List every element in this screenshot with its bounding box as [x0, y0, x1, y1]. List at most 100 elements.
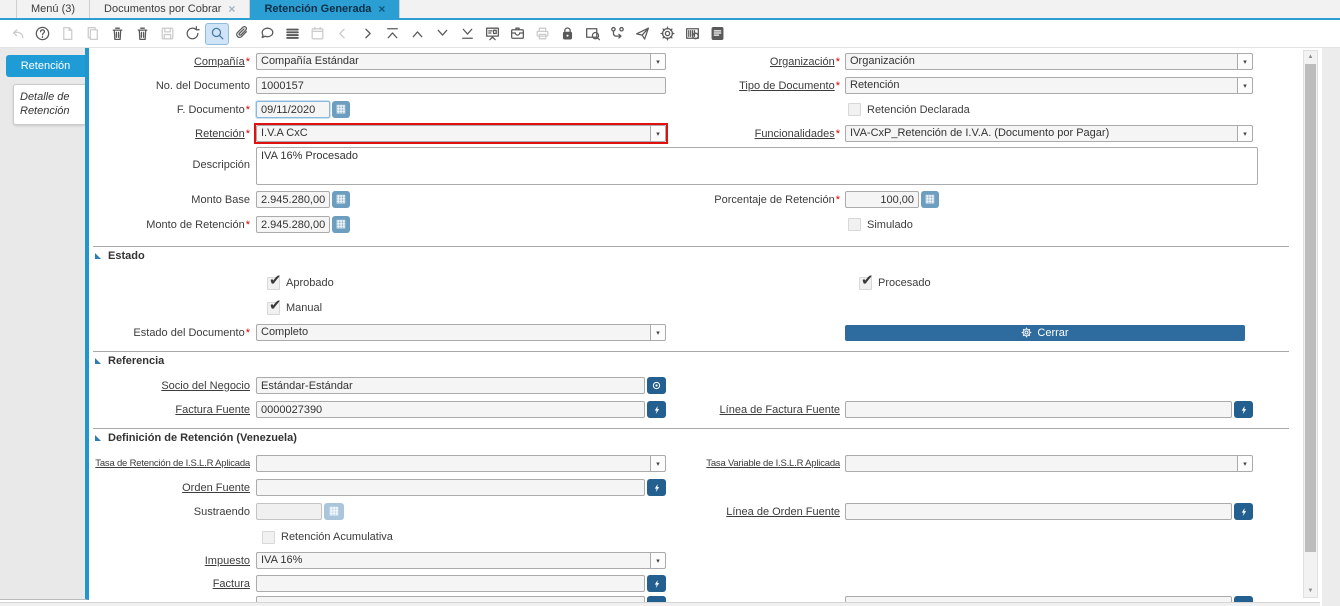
lock-icon[interactable] [555, 23, 579, 45]
funcionalidades-combobox[interactable]: IVA-CxP_Retención de I.V.A. (Documento p… [845, 125, 1253, 142]
tab-retencion-generada[interactable]: Retención Generada × [250, 0, 400, 18]
sidebar-tab-detalle-de-retencion[interactable]: Detalle de Retención [13, 84, 85, 125]
descripcion-textarea[interactable]: IVA 16% Procesado [256, 147, 1258, 185]
next-record-icon[interactable] [355, 23, 379, 45]
chevron-down-icon[interactable]: ▾ [1237, 77, 1253, 94]
horizontal-scrollbar[interactable] [0, 602, 1320, 606]
tipo-documento-combobox[interactable]: Retención ▾ [845, 77, 1253, 94]
f-documento-input[interactable] [256, 101, 330, 118]
procesado-checkbox[interactable]: ✔ [859, 277, 872, 290]
retencion-label[interactable]: Retención* [93, 128, 250, 140]
calendar-picker-button[interactable]: ▦ [332, 101, 350, 118]
factura-fuente-zoom-button[interactable] [647, 401, 666, 418]
section-referencia[interactable]: Referencia [93, 355, 1289, 367]
orden-fuente-input[interactable] [256, 479, 645, 496]
retencion-combobox[interactable]: I.V.A CxC ▾ [256, 125, 666, 142]
impuesto-combobox[interactable]: IVA 16% ▾ [256, 552, 666, 569]
tab-menu[interactable]: Menú (3) [16, 0, 90, 18]
delete-selection-icon[interactable] [130, 23, 154, 45]
attachment-icon[interactable] [230, 23, 254, 45]
chevron-down-icon[interactable]: ▾ [650, 455, 666, 472]
collapse-icon[interactable] [95, 358, 101, 364]
find-icon[interactable] [205, 23, 229, 45]
organizacion-combobox[interactable]: Organización ▾ [845, 53, 1253, 70]
chevron-down-icon[interactable]: ▾ [650, 53, 666, 70]
factura-fuente-label[interactable]: Factura Fuente [93, 404, 250, 416]
scrollbar-thumb[interactable] [1305, 64, 1316, 552]
form-view-icon[interactable] [480, 23, 504, 45]
report-icon[interactable] [705, 23, 729, 45]
monto-retencion-input[interactable] [256, 216, 330, 233]
tasa-islr-combobox[interactable]: ▾ [256, 455, 666, 472]
first-record-icon[interactable] [380, 23, 404, 45]
porcentaje-retencion-input[interactable] [845, 191, 919, 208]
detail-record-icon[interactable] [430, 23, 454, 45]
manual-checkbox[interactable]: ✔ [267, 302, 280, 315]
compania-label[interactable]: Compañía* [93, 56, 250, 68]
retencion-declarada-checkbox[interactable]: ✔ [848, 103, 861, 116]
funcionalidades-label[interactable]: Funcionalidades* [666, 128, 840, 140]
linea-orden-fuente-zoom-button[interactable] [1234, 503, 1253, 520]
compania-combobox[interactable]: Compañía Estándar ▾ [256, 53, 666, 70]
linea-factura-fuente-label[interactable]: Línea de Factura Fuente [666, 404, 840, 416]
scroll-down-icon[interactable]: ▼ [1304, 585, 1317, 597]
tipo-documento-label[interactable]: Tipo de Documento* [666, 80, 840, 92]
collapse-icon[interactable] [95, 253, 101, 259]
preferences-icon[interactable] [655, 23, 679, 45]
linea-factura-fuente-input[interactable] [845, 401, 1232, 418]
grid-toggle-icon[interactable] [280, 23, 304, 45]
tab-documentos-por-cobrar[interactable]: Documentos por Cobrar × [90, 0, 250, 18]
chevron-down-icon[interactable]: ▾ [650, 552, 666, 569]
sidebar-tab-retencion[interactable]: Retención [6, 55, 85, 77]
orden-fuente-zoom-button[interactable] [647, 479, 666, 496]
last-record-icon[interactable] [455, 23, 479, 45]
zoom-across-icon[interactable] [580, 23, 604, 45]
retencion-acumulativa-checkbox[interactable]: ✔ [262, 531, 275, 544]
monto-retencion-calculator-button[interactable]: ▦ [332, 216, 350, 233]
linea-orden-fuente-input[interactable] [845, 503, 1232, 520]
tasa-islr-label[interactable]: Tasa de Retención de I.S.L.R Aplicada [93, 458, 250, 469]
chevron-down-icon[interactable]: ▾ [1237, 125, 1253, 142]
chevron-down-icon[interactable]: ▾ [1237, 53, 1253, 70]
organizacion-label[interactable]: Organización* [666, 56, 840, 68]
sustraendo-input[interactable] [256, 503, 322, 520]
chevron-down-icon[interactable]: ▾ [1237, 455, 1253, 472]
factura-input[interactable] [256, 575, 645, 592]
request-icon[interactable] [630, 23, 654, 45]
linea-factura-fuente-zoom-button[interactable] [1234, 401, 1253, 418]
parent-record-icon[interactable] [405, 23, 429, 45]
linea-orden-fuente-label[interactable]: Línea de Orden Fuente [666, 506, 840, 518]
porcentaje-calculator-button[interactable]: ▦ [921, 191, 939, 208]
estado-documento-combobox[interactable]: Completo ▾ [256, 324, 666, 341]
factura-fuente-input[interactable] [256, 401, 645, 418]
impuesto-label[interactable]: Impuesto [93, 555, 250, 567]
aprobado-checkbox[interactable]: ✔ [267, 277, 280, 290]
collapse-icon[interactable] [95, 435, 101, 441]
socio-negocio-input[interactable] [256, 377, 645, 394]
section-estado[interactable]: Estado [93, 250, 1289, 262]
factura-label[interactable]: Factura [93, 578, 250, 590]
no-documento-input[interactable] [256, 77, 666, 94]
help-icon[interactable] [30, 23, 54, 45]
socio-negocio-info-button[interactable] [647, 377, 666, 394]
delete-record-icon[interactable] [105, 23, 129, 45]
orden-fuente-label[interactable]: Orden Fuente [93, 482, 250, 494]
workflow-icon[interactable] [605, 23, 629, 45]
chevron-down-icon[interactable]: ▾ [650, 125, 666, 142]
refresh-icon[interactable] [180, 23, 204, 45]
chat-icon[interactable] [255, 23, 279, 45]
vertical-scrollbar[interactable]: ▲ ▼ [1303, 50, 1318, 598]
socio-negocio-label[interactable]: Socio del Negocio [93, 380, 250, 392]
tasa-variable-islr-combobox[interactable]: ▾ [845, 455, 1253, 472]
product-info-icon[interactable] [680, 23, 704, 45]
chevron-down-icon[interactable]: ▾ [650, 324, 666, 341]
archive-icon[interactable] [505, 23, 529, 45]
section-definicion[interactable]: Definición de Retención (Venezuela) [93, 432, 1289, 444]
simulado-checkbox[interactable]: ✔ [848, 218, 861, 231]
close-icon[interactable]: × [228, 2, 235, 16]
close-icon[interactable]: × [378, 2, 385, 16]
scroll-up-icon[interactable]: ▲ [1304, 51, 1317, 63]
cerrar-button[interactable]: Cerrar [845, 325, 1245, 341]
tasa-variable-islr-label[interactable]: Tasa Variable de I.S.L.R Aplicada [666, 458, 840, 469]
monto-base-input[interactable] [256, 191, 330, 208]
